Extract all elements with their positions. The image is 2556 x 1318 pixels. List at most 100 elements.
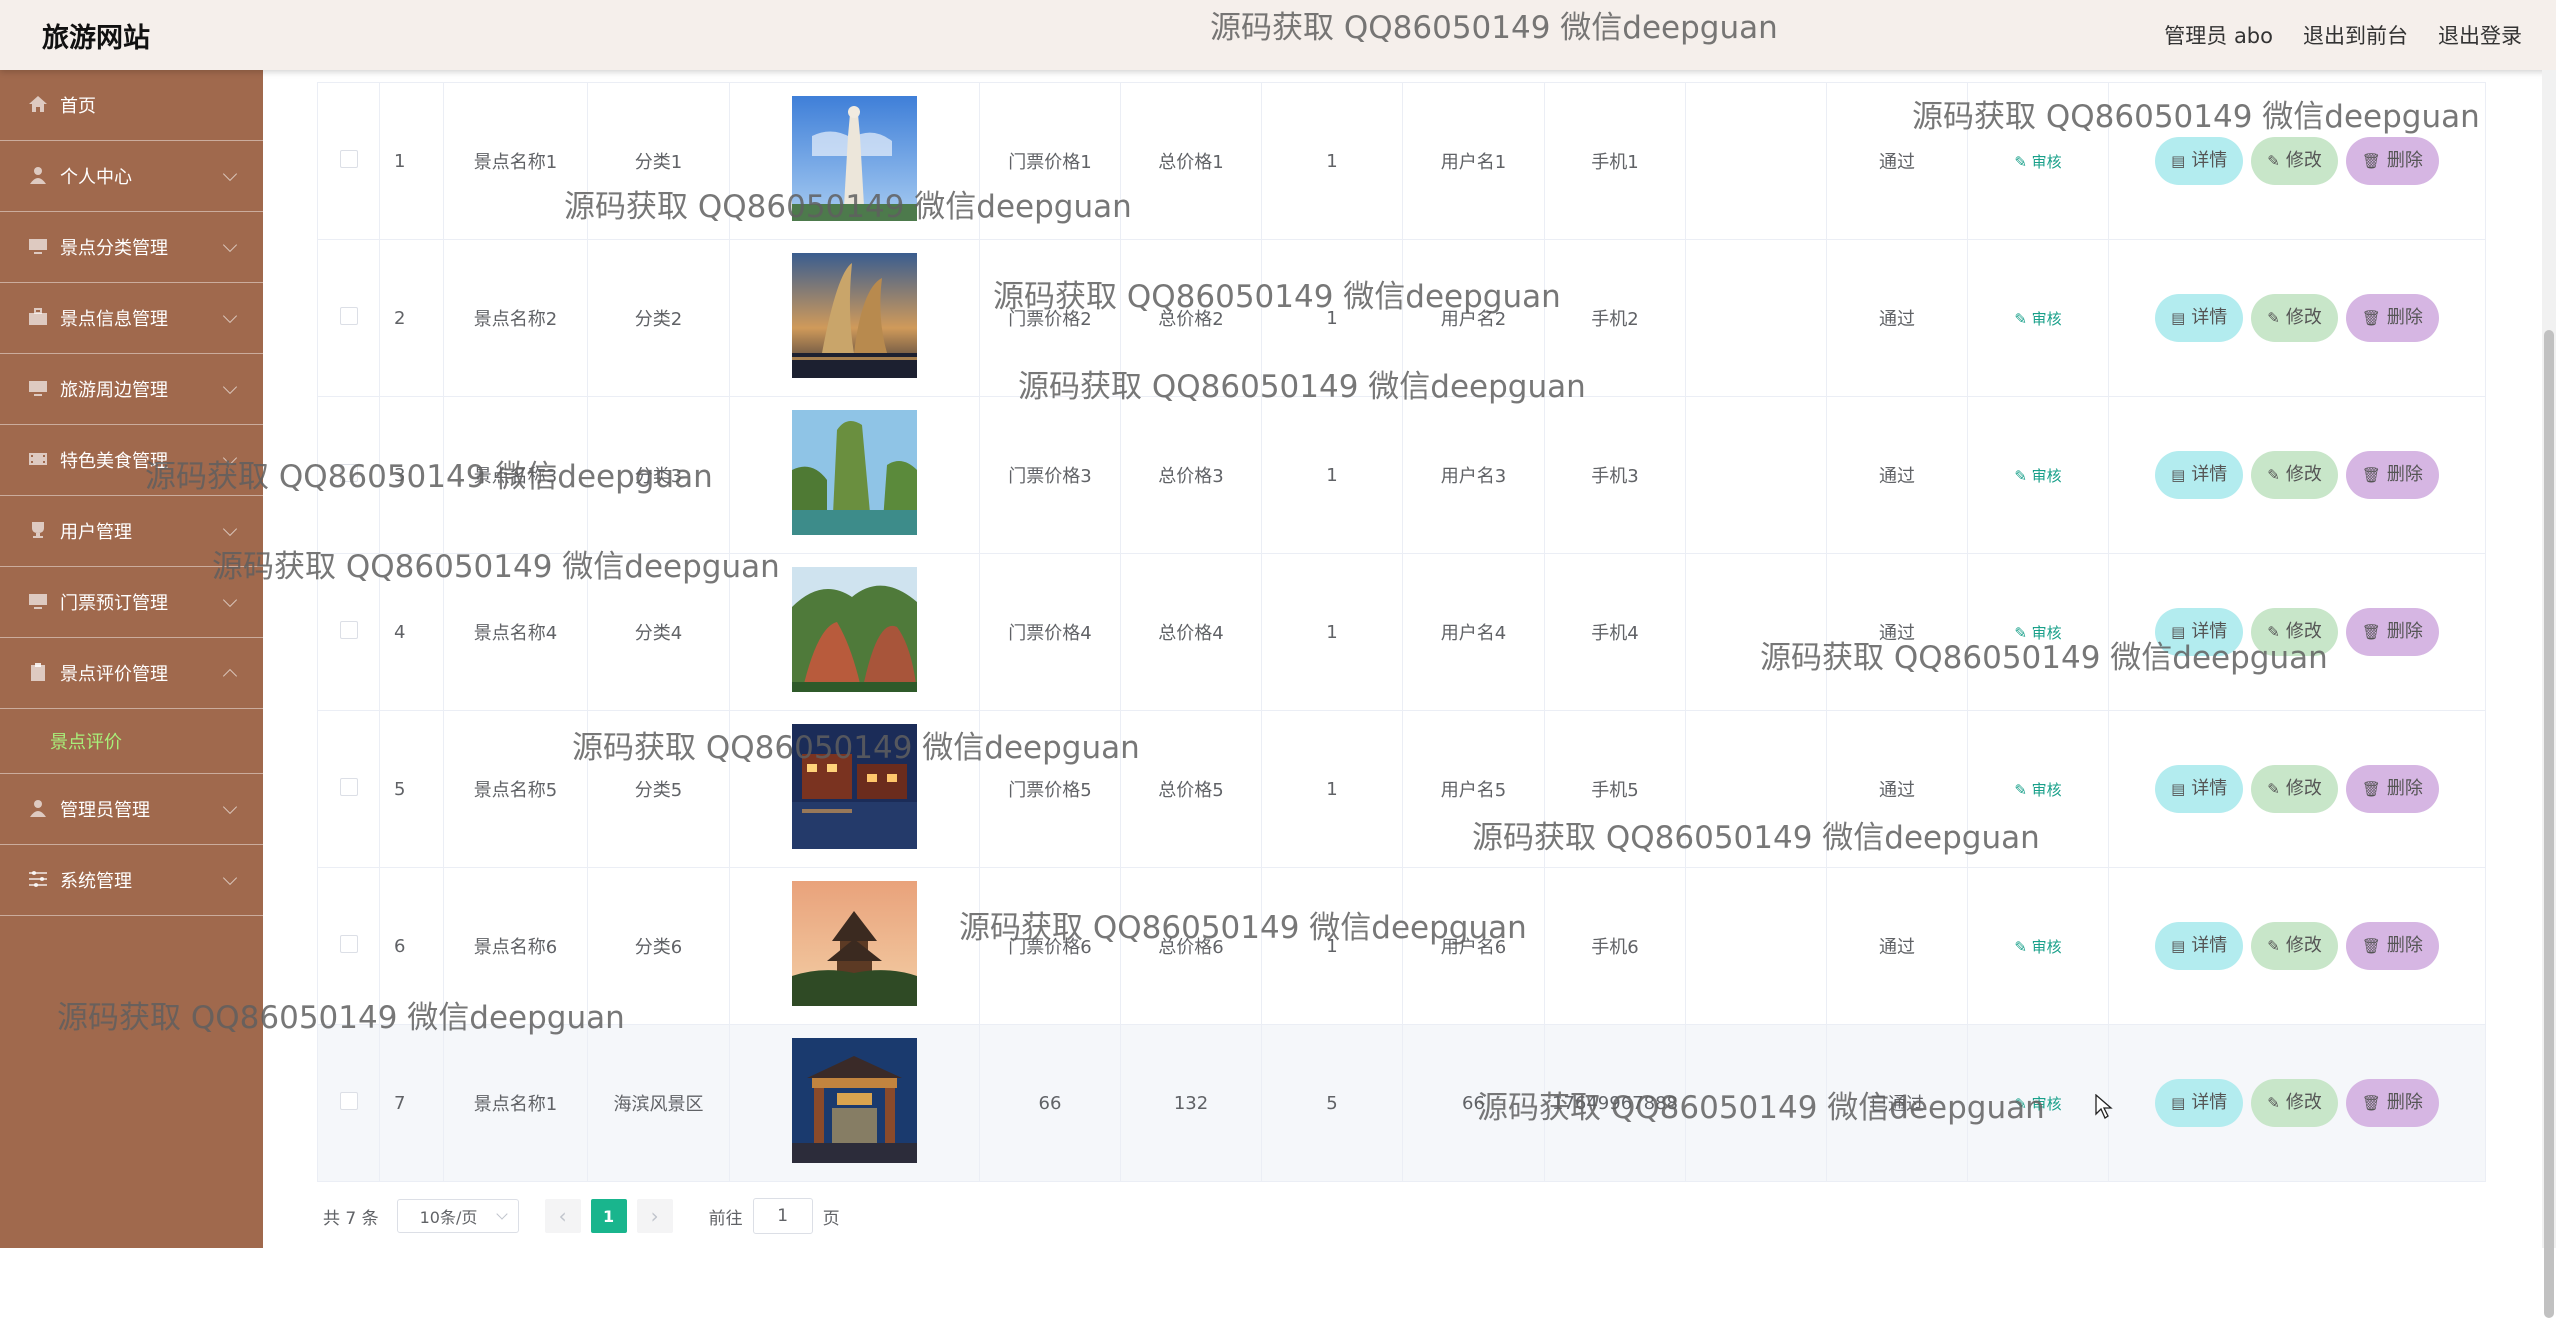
document-icon: ▤ xyxy=(2171,466,2186,484)
ticket-price: 门票价格4 xyxy=(979,553,1121,711)
delete-button[interactable]: 🗑 删除 xyxy=(2345,451,2439,499)
row-index: 6 xyxy=(379,867,444,1025)
sidebar-item-personal-center[interactable]: 个人中心 xyxy=(0,141,263,212)
detail-button[interactable]: ▤ 详情 xyxy=(2155,1079,2244,1127)
delete-button[interactable]: 🗑 删除 xyxy=(2345,1079,2439,1127)
sidebar-item-special-food[interactable]: 特色美食管理 xyxy=(0,425,263,496)
phone: 手机3 xyxy=(1544,396,1686,554)
edit-button[interactable]: ✎ 修改 xyxy=(2251,137,2338,185)
row-checkbox[interactable] xyxy=(339,777,358,796)
scrollbar-thumb[interactable] xyxy=(2544,330,2554,1318)
spot-category: 分类3 xyxy=(587,396,730,554)
next-page-button[interactable]: › xyxy=(636,1199,673,1233)
pencil-icon: ✎ xyxy=(2267,152,2280,170)
username: 66 xyxy=(1402,1024,1545,1182)
audit-button[interactable]: ✎ 审核 xyxy=(2014,781,2061,799)
edit-button[interactable]: ✎ 修改 xyxy=(2251,451,2338,499)
row-checkbox[interactable] xyxy=(339,1091,358,1110)
sidebar-item-label: 用户管理 xyxy=(60,522,132,543)
audit-button[interactable]: ✎ 审核 xyxy=(2014,1095,2061,1113)
sidebar-item-ticket-booking[interactable]: 门票预订管理 xyxy=(0,567,263,638)
spot-category: 海滨风景区 xyxy=(587,1024,730,1182)
edit-button[interactable]: ✎ 修改 xyxy=(2251,765,2338,813)
row-checkbox[interactable] xyxy=(339,149,358,168)
actions-cell: ▤ 详情 ✎ 修改 🗑 删除 xyxy=(2108,239,2486,397)
detail-button[interactable]: ▤ 详情 xyxy=(2155,608,2244,656)
trash-icon: 🗑 xyxy=(2361,1094,2381,1112)
spot-image xyxy=(792,96,917,226)
audit-button[interactable]: ✎ 审核 xyxy=(2014,467,2061,485)
audit-button[interactable]: ✎ 审核 xyxy=(2014,938,2061,956)
row-select-cell xyxy=(317,710,380,868)
detail-button[interactable]: ▤ 详情 xyxy=(2155,922,2244,970)
sidebar-item-admin-management[interactable]: 管理员管理 xyxy=(0,774,263,845)
table-row: 7 景点名称1 海滨风景区 66 132 5 66 17649967888 已通过 ✎ 审核 ▤ 详情… xyxy=(317,1024,2486,1182)
delete-button[interactable]: 🗑 删除 xyxy=(2345,137,2439,185)
sidebar-item-spot-category[interactable]: 景点分类管理 xyxy=(0,212,263,283)
pencil-icon: ✎ xyxy=(2267,937,2280,955)
quantity: 1 xyxy=(1261,82,1403,240)
detail-button[interactable]: ▤ 详情 xyxy=(2155,451,2244,499)
sidebar-item-spot-review[interactable]: 景点评价管理 xyxy=(0,638,263,709)
film-icon xyxy=(29,453,47,465)
pencil-icon: ✎ xyxy=(2014,623,2032,642)
page-scrollbar[interactable] xyxy=(2542,70,2556,1318)
audit-cell: ✎ 审核 xyxy=(1967,396,2109,554)
edit-button[interactable]: ✎ 修改 xyxy=(2251,294,2338,342)
row-checkbox[interactable] xyxy=(339,306,358,325)
edit-label: 修改 xyxy=(2285,778,2322,799)
delete-button[interactable]: 🗑 删除 xyxy=(2345,294,2439,342)
detail-button[interactable]: ▤ 详情 xyxy=(2155,137,2244,185)
detail-button[interactable]: ▤ 详情 xyxy=(2155,294,2244,342)
edit-button[interactable]: ✎ 修改 xyxy=(2251,922,2338,970)
pagination: 共 7 条 10条/页 ‹ 1 › 前往 1 页 xyxy=(323,1198,840,1234)
page-size-select[interactable]: 10条/页 xyxy=(396,1199,519,1233)
row-checkbox[interactable] xyxy=(339,463,358,482)
chevron-down-icon xyxy=(222,521,238,537)
actions-cell: ▤ 详情 ✎ 修改 🗑 删除 xyxy=(2108,867,2486,1025)
submenu-item-spot-review[interactable]: 景点评价 xyxy=(0,709,263,774)
sidebar-item-home[interactable]: 首页 xyxy=(0,70,263,141)
review-table: 1 景点名称1 分类1 门票价格1 总价格1 1 用户名1 手机1 通过 ✎ 审核 ▤ 详情 ✎ 修改 🗑 删… xyxy=(317,82,2486,1182)
audit-status: 通过 xyxy=(1826,239,1968,397)
username: 用户名3 xyxy=(1402,396,1545,554)
monitor-icon xyxy=(29,239,47,254)
page-size-value: 10条/页 xyxy=(419,1208,478,1227)
audit-label: 审核 xyxy=(2031,780,2062,799)
delete-button[interactable]: 🗑 删除 xyxy=(2345,922,2439,970)
goto-page-input[interactable]: 1 xyxy=(752,1198,813,1234)
total-price: 132 xyxy=(1120,1024,1262,1182)
edit-button[interactable]: ✎ 修改 xyxy=(2251,608,2338,656)
row-index: 1 xyxy=(379,82,444,240)
row-select-cell xyxy=(317,396,380,554)
sidebar-item-user-management[interactable]: 用户管理 xyxy=(0,496,263,567)
phone: 手机5 xyxy=(1544,710,1686,868)
row-index: 4 xyxy=(379,553,444,711)
spot-image-cell xyxy=(729,553,980,711)
detail-button[interactable]: ▤ 详情 xyxy=(2155,765,2244,813)
sidebar-item-system-management[interactable]: 系统管理 xyxy=(0,845,263,916)
row-checkbox[interactable] xyxy=(339,934,358,953)
edit-button[interactable]: ✎ 修改 xyxy=(2251,1079,2338,1127)
back-to-front-link[interactable]: 退出到前台 xyxy=(2303,20,2408,50)
delete-button[interactable]: 🗑 删除 xyxy=(2345,765,2439,813)
sidebar-item-spot-info[interactable]: 景点信息管理 xyxy=(0,283,263,354)
audit-button[interactable]: ✎ 审核 xyxy=(2014,624,2061,642)
pencil-icon: ✎ xyxy=(2014,466,2032,485)
spot-category: 分类2 xyxy=(587,239,730,397)
logout-link[interactable]: 退出登录 xyxy=(2438,20,2522,50)
row-select-cell xyxy=(317,82,380,240)
edit-label: 修改 xyxy=(2285,621,2322,642)
audit-button[interactable]: ✎ 审核 xyxy=(2014,310,2061,328)
delete-label: 删除 xyxy=(2386,778,2423,799)
chevron-up-icon xyxy=(222,668,238,684)
top-header: 旅游网站 管理员 abo 退出到前台 退出登录 xyxy=(0,0,2556,70)
row-checkbox[interactable] xyxy=(339,620,358,639)
audit-button[interactable]: ✎ 审核 xyxy=(2014,153,2061,171)
total-price: 总价格4 xyxy=(1120,553,1262,711)
prev-page-button[interactable]: ‹ xyxy=(544,1199,581,1233)
sidebar-item-travel-surroundings[interactable]: 旅游周边管理 xyxy=(0,354,263,425)
delete-button[interactable]: 🗑 删除 xyxy=(2345,608,2439,656)
page-number-current[interactable]: 1 xyxy=(590,1199,627,1233)
actions-cell: ▤ 详情 ✎ 修改 🗑 删除 xyxy=(2108,553,2486,711)
